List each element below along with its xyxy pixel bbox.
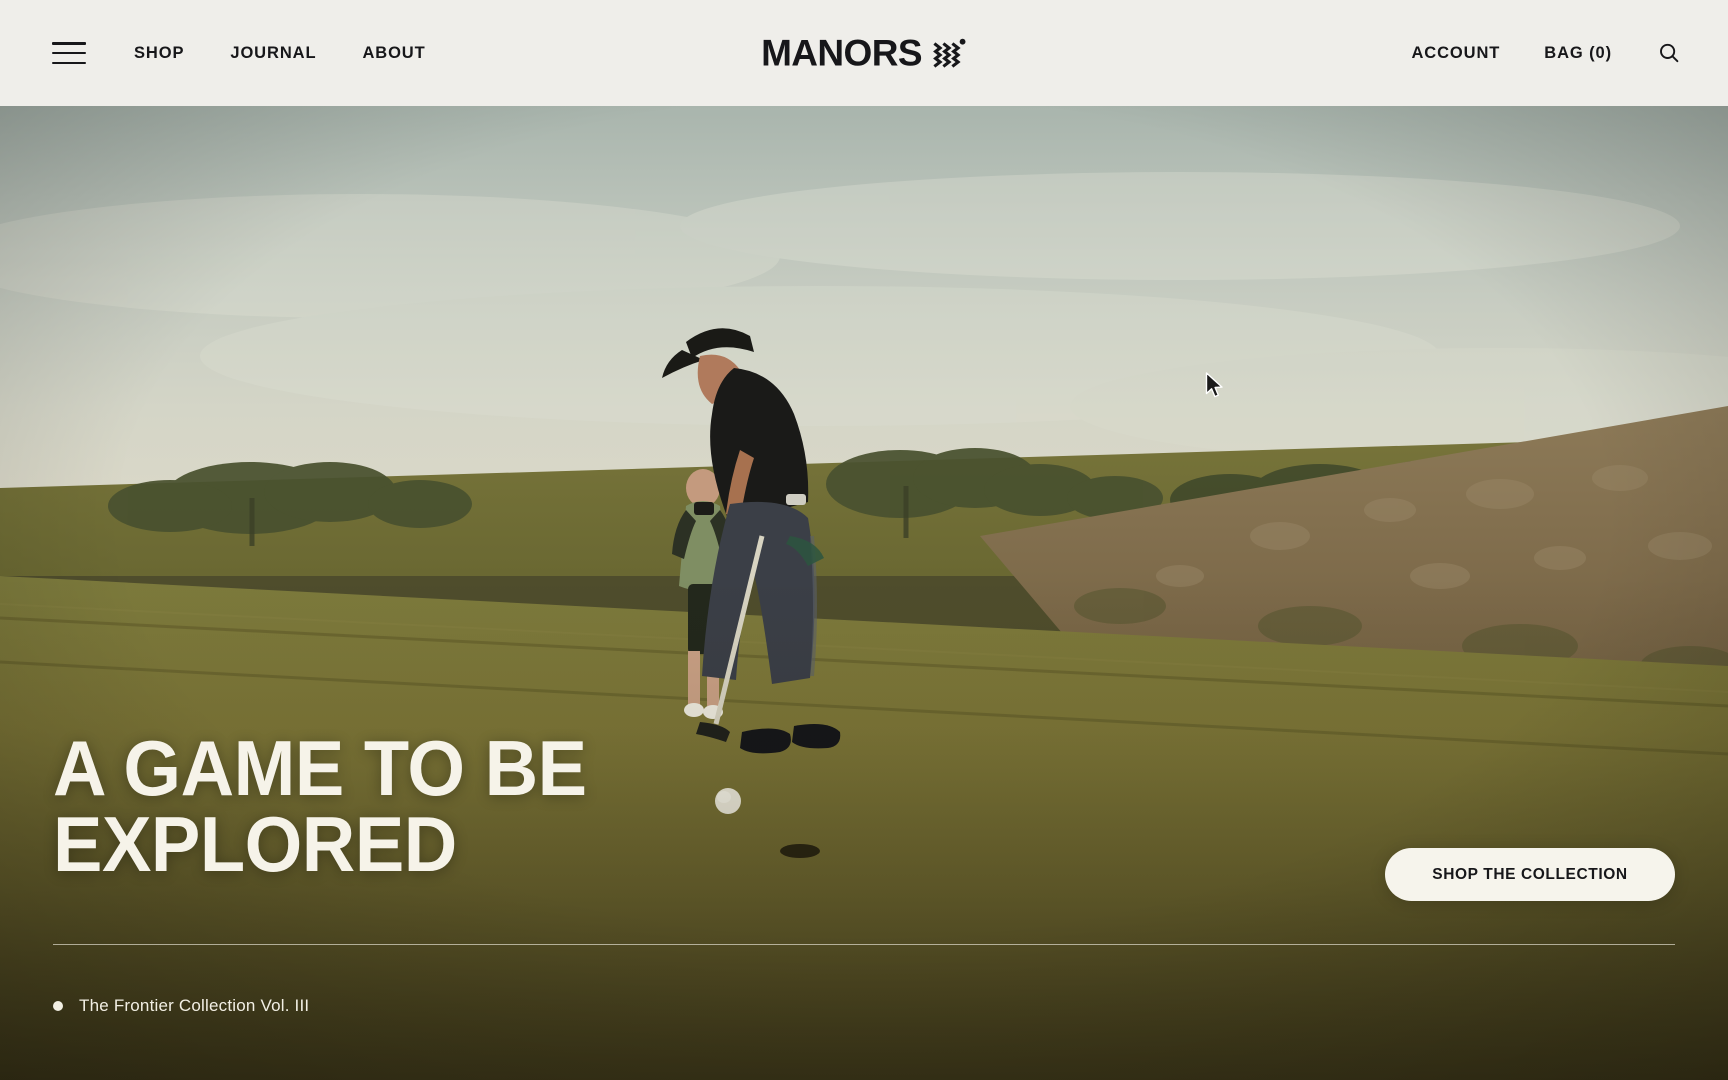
primary-nav-left: SHOP JOURNAL ABOUT — [52, 0, 426, 106]
nav-item-journal[interactable]: JOURNAL — [230, 44, 316, 63]
hero-headline: A GAME TO BE EXPLORED — [53, 724, 587, 888]
hamburger-bar — [52, 42, 86, 45]
nav-item-about[interactable]: ABOUT — [362, 44, 425, 63]
hero-caption: The Frontier Collection Vol. III — [53, 996, 309, 1016]
hamburger-bar — [52, 51, 86, 55]
hamburger-icon[interactable] — [52, 42, 86, 64]
shop-the-collection-button[interactable]: SHOP THE COLLECTION — [1385, 848, 1675, 901]
search-icon[interactable] — [1656, 40, 1682, 66]
hamburger-bar — [52, 61, 86, 64]
site-logo[interactable]: MANORS — [761, 35, 967, 72]
collection-label: The Frontier Collection Vol. III — [79, 996, 310, 1015]
site-header: SHOP JOURNAL ABOUT MANORS ACCOUNT BAG (0… — [0, 0, 1728, 106]
hero-divider — [53, 944, 1675, 945]
nav-item-bag[interactable]: BAG (0) — [1544, 44, 1612, 63]
hero-banner: A GAME TO BE EXPLORED SHOP THE COLLECTIO… — [0, 106, 1728, 1080]
nav-item-account[interactable]: ACCOUNT — [1411, 44, 1500, 63]
nav-item-shop[interactable]: SHOP — [134, 44, 184, 63]
primary-nav-right: ACCOUNT BAG (0) — [1411, 0, 1682, 106]
dot-icon — [53, 1001, 63, 1011]
hero-background-video — [0, 106, 1728, 1080]
manors-zigzag-mark-icon — [932, 38, 966, 68]
page-root: SHOP JOURNAL ABOUT MANORS ACCOUNT BAG (0… — [0, 0, 1728, 1080]
logo-wordmark: MANORS — [761, 32, 922, 74]
